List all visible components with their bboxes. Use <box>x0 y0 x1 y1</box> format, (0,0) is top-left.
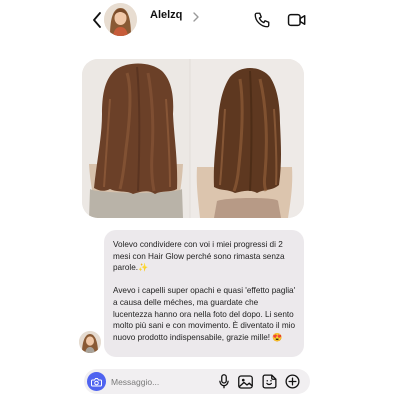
before-after-photo[interactable] <box>82 59 304 218</box>
sticker-icon[interactable] <box>261 374 277 389</box>
chat-header: Alelzq <box>0 0 400 42</box>
message-paragraph: Avevo i capelli super opachi e quasi 'ef… <box>113 286 296 342</box>
image-icon[interactable] <box>237 374 253 389</box>
chevron-right-icon[interactable] <box>190 10 202 24</box>
message-input[interactable] <box>111 375 207 388</box>
contact-name[interactable]: Alelzq <box>150 9 182 21</box>
video-camera-icon[interactable] <box>287 11 307 29</box>
sender-avatar[interactable] <box>79 331 101 353</box>
contact-avatar[interactable] <box>104 3 137 36</box>
plus-icon[interactable] <box>284 374 300 389</box>
microphone-icon[interactable] <box>216 374 232 389</box>
message-bubble[interactable]: Volevo condividere con voi i miei progre… <box>104 230 304 357</box>
message-paragraph: Volevo condividere con voi i miei progre… <box>113 240 285 273</box>
camera-icon[interactable] <box>87 372 106 391</box>
phone-icon[interactable] <box>253 11 271 29</box>
